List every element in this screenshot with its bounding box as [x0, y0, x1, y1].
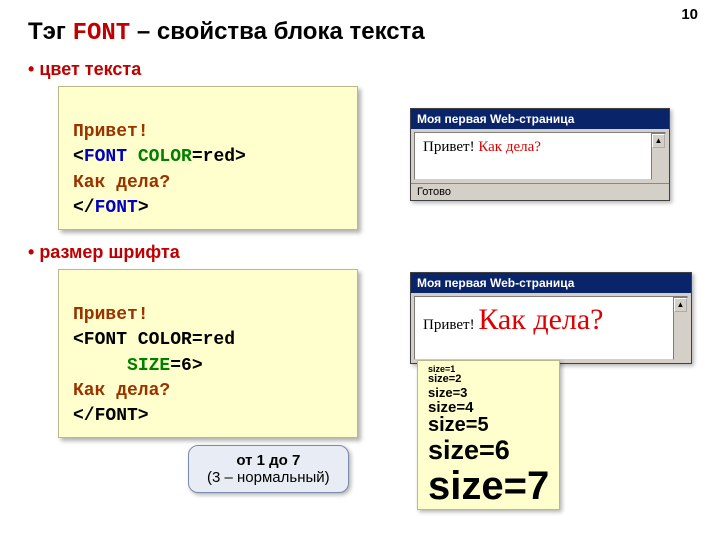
browser2-red: Как дела?: [478, 303, 603, 336]
bullet-size: размер шрифта: [28, 242, 692, 263]
size-4: size=4: [428, 400, 549, 416]
browser-preview-2: Моя первая Web-страница Привет! Как дела…: [410, 272, 692, 364]
code2-size: SIZE: [127, 356, 170, 376]
code2-l3c: =6>: [170, 356, 202, 376]
browser1-content: Привет! Как дела?: [414, 132, 666, 180]
scroll-up-icon[interactable]: ▲: [674, 298, 687, 312]
code2-l3a: [73, 356, 127, 376]
code1-lt2: </: [73, 198, 95, 218]
browser2-black: Привет!: [423, 317, 478, 333]
code2-l1: Привет!: [73, 305, 149, 325]
sizes-demo: size=1 size=2 size=3 size=4 size=5 size=…: [417, 360, 560, 510]
scroll-up-icon[interactable]: ▲: [652, 134, 665, 148]
bullet-color: цвет текста: [28, 59, 692, 80]
code-example-1: Привет! <FONT COLOR=red> Как дела? </FON…: [58, 86, 358, 230]
callout-range: от 1 до 7 (3 – нормальный): [188, 445, 349, 493]
page-number: 10: [681, 6, 698, 23]
slide-title: Тэг FONT – свойства блока текста: [28, 18, 692, 47]
browser1-scrollbar[interactable]: ▲: [651, 133, 666, 180]
code1-l3: Как дела?: [73, 173, 170, 193]
code1-gt2: >: [138, 198, 149, 218]
title-suffix: – свойства блока текста: [130, 18, 425, 45]
code1-font2: FONT: [95, 198, 138, 218]
code1-l1: Привет!: [73, 122, 149, 142]
code2-l2: <FONT COLOR=red: [73, 330, 235, 350]
code2-l5: </FONT>: [73, 406, 149, 426]
code1-font: FONT: [84, 147, 127, 167]
code1-eqred: =red>: [192, 147, 246, 167]
size-7: size=7: [428, 465, 549, 507]
browser1-status: Готово: [411, 183, 669, 200]
browser-preview-1: Моя первая Web-страница Привет! Как дела…: [410, 108, 670, 201]
size-3: size=3: [428, 386, 549, 400]
browser2-scrollbar[interactable]: ▲: [673, 297, 688, 360]
browser1-red: Как дела?: [478, 139, 541, 155]
callout-line1: от 1 до 7: [207, 452, 330, 469]
code2-l4: Как дела?: [73, 381, 170, 401]
browser1-titlebar: Моя первая Web-страница: [411, 109, 669, 129]
browser2-content: Привет! Как дела?: [414, 296, 688, 360]
title-prefix: Тэг: [28, 18, 73, 45]
callout-line2: (3 – нормальный): [207, 469, 330, 486]
code1-color: COLOR: [127, 147, 192, 167]
browser2-titlebar: Моя первая Web-страница: [411, 273, 691, 293]
size-6: size=6: [428, 436, 549, 464]
size-5: size=5: [428, 415, 549, 436]
browser1-black: Привет!: [423, 139, 478, 155]
code1-lt: <: [73, 147, 84, 167]
code-example-2: Привет! <FONT COLOR=red SIZE=6> Как дела…: [58, 269, 358, 438]
title-tag: FONT: [73, 20, 131, 47]
